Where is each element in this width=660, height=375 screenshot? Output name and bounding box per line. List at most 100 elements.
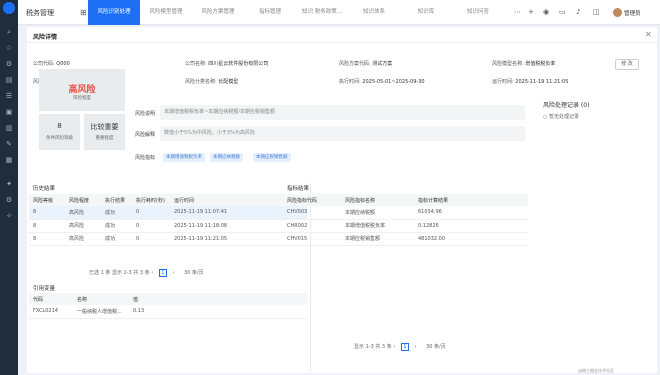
- more-icon[interactable]: ⋯: [514, 8, 521, 16]
- table-row[interactable]: 8 高风险 成功 0 2025-11-19 11:21:05: [29, 232, 307, 246]
- cell: 本期增值税税负率: [341, 219, 414, 233]
- add-icon[interactable]: +: [528, 8, 534, 16]
- col-header: 代码: [29, 293, 73, 305]
- history-table: 风险等级 风险程度 执行结果 执行耗时(秒) 运行时间 8 高风险 成功 0 2025-…: [29, 194, 307, 246]
- page-size-select[interactable]: 30 条/页: [426, 344, 446, 350]
- tab-knowledge-qa[interactable]: 知识问答: [452, 0, 504, 25]
- history-title: 历史结果: [33, 186, 56, 192]
- indicator-table: 风险指标代码 风险指标名称 指标计算结果 CHV003 本期应纳税额 61034.9…: [283, 194, 528, 246]
- page-number[interactable]: 1: [400, 343, 409, 351]
- risk-count-label: 条件风险等级: [46, 136, 73, 141]
- indicator-tag[interactable]: 本期应纳税额: [210, 153, 243, 162]
- tab-indicator[interactable]: 指标管理: [244, 0, 296, 25]
- cell: CHV003: [283, 206, 341, 220]
- risk-level-sub: 风险程度: [73, 96, 91, 101]
- panel-header: 风险详情 ✕: [27, 27, 657, 43]
- cell: 8: [29, 219, 65, 233]
- username[interactable]: 管理员: [624, 9, 641, 17]
- col-header: 风险指标名称: [341, 194, 414, 206]
- table-row[interactable]: FXCL0214 一般纳税人增值税... 0.13: [29, 305, 307, 319]
- edit-button[interactable]: 修 改: [615, 59, 639, 70]
- tab-risk-identify[interactable]: 风险识别处理: [88, 0, 140, 25]
- desc-value: 本期增值税税负率~本期应纳税额/本期应税销售额: [160, 105, 525, 120]
- folder-icon[interactable]: ▣: [5, 108, 13, 116]
- col-header: 风险等级: [29, 194, 65, 206]
- apps-grid-icon[interactable]: ⊞: [80, 8, 87, 17]
- indicator-tag[interactable]: 本期增值税税负率: [163, 153, 205, 162]
- cell: 成功: [101, 206, 132, 220]
- page-size-select[interactable]: 30 条/页: [184, 270, 204, 276]
- gear-icon[interactable]: ⚙: [5, 60, 13, 68]
- chat-icon[interactable]: ▭: [559, 8, 566, 16]
- cell: 成功: [101, 219, 132, 233]
- run-time: 运行时间: 2025-11-19 11:21:05: [492, 79, 569, 85]
- tool-icon[interactable]: ✦: [5, 180, 13, 188]
- tab-risk-plan[interactable]: 风险方案管理: [192, 0, 244, 25]
- tab-risk-model[interactable]: 风险模型管理: [140, 0, 192, 25]
- page-next-icon[interactable]: ›: [415, 344, 417, 350]
- cell: 本期应税销售额: [341, 232, 414, 246]
- tab-knowledge-base[interactable]: 知识库: [400, 0, 452, 25]
- footer-note: @稀土掘金技术社区: [578, 368, 614, 373]
- table-row[interactable]: 8 高风险 成功 0 2025-11-19 11:18:08: [29, 219, 307, 233]
- page-prev-icon[interactable]: ‹: [151, 270, 153, 276]
- cell: CHV015: [283, 232, 341, 246]
- risk-detail-panel: 风险详情 ✕ 公司代码: Q000 公司名称: 四川星云软件股份有限公司 风险方…: [27, 27, 657, 373]
- risk-level-card: 高风险 风险程度: [39, 69, 125, 111]
- col-header: 值: [129, 293, 307, 305]
- ref-title: 引用变量: [33, 286, 56, 292]
- tab-knowledge-policy[interactable]: 知识 税务政策...: [296, 0, 348, 25]
- cell: 0.12826: [414, 219, 528, 233]
- importance-card: 比较重要 重要程度: [84, 114, 125, 150]
- ref-table: 代码 名称 值 FXCL0214 一般纳税人增值税... 0.13: [29, 293, 307, 319]
- company-code: 公司代码: Q000: [33, 61, 70, 67]
- cell: 61034.96: [414, 206, 528, 220]
- indicator-result-title: 指标结果: [287, 186, 310, 192]
- risk-level: 高风险: [68, 85, 96, 95]
- page-next-icon[interactable]: ›: [172, 270, 174, 276]
- document-icon[interactable]: ▤: [5, 76, 13, 84]
- star-icon[interactable]: ☆: [5, 44, 13, 52]
- table-row[interactable]: CHR002 本期增值税税负率 0.12826: [283, 219, 528, 233]
- indicator-pager: 显示 1-3 共 3 条 ‹ 1 › 30 条/页: [354, 343, 446, 351]
- fullscreen-icon[interactable]: ◫: [593, 8, 600, 16]
- cell: 高风险: [65, 219, 101, 233]
- table-row[interactable]: 8 高风险 成功 0 2025-11-19 11:07:41: [29, 206, 307, 220]
- col-header: 执行结果: [101, 194, 132, 206]
- cell: 0: [132, 219, 170, 233]
- app-name: 税务管理: [26, 9, 54, 17]
- cell: 高风险: [65, 206, 101, 220]
- bell-icon[interactable]: ♪: [576, 8, 580, 16]
- cell: 高风险: [65, 232, 101, 246]
- list-icon[interactable]: ☰: [5, 92, 13, 100]
- chart-icon[interactable]: ▥: [5, 124, 13, 132]
- col-header: 执行耗时(秒): [132, 194, 170, 206]
- model-name: 风险模型名称: 增值税税负率: [492, 61, 556, 67]
- tab-knowledge-system[interactable]: 知识体系: [348, 0, 400, 25]
- search-icon[interactable]: ⌕: [5, 28, 13, 36]
- page-number[interactable]: 1: [158, 269, 167, 277]
- table-row[interactable]: CHV003 本期应纳税额 61034.96: [283, 206, 528, 220]
- settings-icon[interactable]: ⚙: [5, 196, 13, 204]
- key-icon[interactable]: ✧: [5, 212, 13, 220]
- plan-code: 风险方案代码: 测试方案: [339, 61, 393, 67]
- logo-icon: [3, 2, 15, 14]
- monitor-icon[interactable]: ◉: [543, 8, 549, 16]
- wrench-icon[interactable]: ✎: [5, 140, 13, 148]
- cell: 481032.00: [414, 232, 528, 246]
- cell: 本期应纳税额: [341, 206, 414, 220]
- avatar[interactable]: [613, 8, 622, 17]
- close-icon[interactable]: ✕: [645, 30, 652, 39]
- indicator-tag[interactable]: 本期应税销售额: [253, 153, 291, 162]
- rule-value: 数值小于5%为中风险，小于3%为高风险: [160, 126, 525, 141]
- sidebar: ⌕ ☆ ⚙ ▤ ☰ ▣ ▥ ✎ ▦ ✦ ⚙ ✧: [0, 0, 18, 375]
- box-icon[interactable]: ▦: [5, 156, 13, 164]
- page-prev-icon[interactable]: ‹: [393, 344, 395, 350]
- pager-text: 显示 1-3 共 3 条: [354, 344, 392, 350]
- desc-label: 风险说明: [135, 111, 156, 117]
- pager-text: 已选 1 条 显示 1-3 共 3 条: [89, 270, 150, 276]
- table-row[interactable]: CHV015 本期应税销售额 481032.00: [283, 232, 528, 246]
- rule-label: 风险解释: [135, 132, 156, 138]
- col-header: 名称: [73, 293, 129, 305]
- company-name: 公司名称: 四川星云软件股份有限公司: [185, 61, 269, 67]
